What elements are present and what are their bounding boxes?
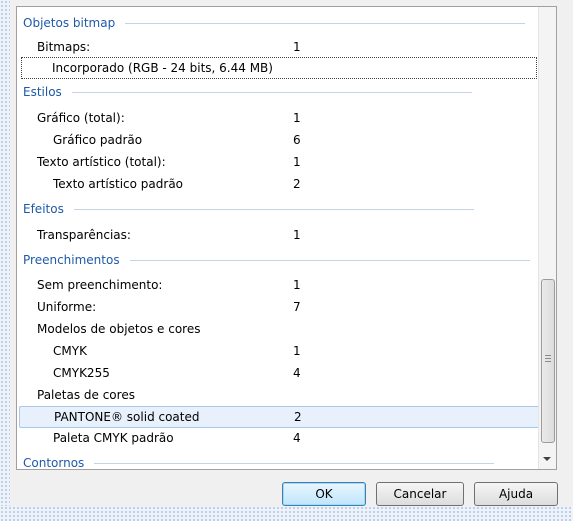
item-value: 1 [293,155,301,169]
section-header-outlines: Contornos [23,454,495,469]
item-value: 6 [293,133,301,147]
help-button[interactable]: Ajuda [474,482,558,506]
item-label: CMYK255 [53,366,110,380]
item-value: 2 [294,410,302,424]
list-item[interactable]: Gráfico padrão 6 [17,130,539,150]
list-item[interactable]: CMYK255 4 [17,363,539,383]
item-label: Gráfico (total): [37,111,125,125]
section-header-styles: Estilos [23,83,472,101]
section-divider [125,22,526,24]
item-value: 2 [293,177,301,191]
backdrop-strip-bottom [0,506,573,521]
item-label: Texto artístico (total): [37,155,166,169]
section-title: Estilos [23,85,62,99]
list-item-selected[interactable]: Incorporado (RGB - 24 bits, 6.44 MB) [21,57,537,79]
list-item[interactable]: CMYK 1 [17,341,539,361]
list-item[interactable]: Transparências: 1 [17,225,539,245]
ok-button[interactable]: OK [282,482,366,506]
document-info-panel: Objetos bitmap Bitmaps: 1 Incorporado (R… [16,6,557,470]
item-label: Bitmaps: [37,40,91,54]
item-value: 1 [293,344,301,358]
list-item-hovered[interactable]: PANTONE® solid coated 2 [19,406,539,428]
item-label: Gráfico padrão [53,133,143,147]
info-list: Objetos bitmap Bitmaps: 1 Incorporado (R… [17,7,539,469]
item-label: Uniforme: [37,300,97,314]
section-divider [129,259,530,261]
list-item[interactable]: Sem preenchimento: 1 [17,275,539,295]
list-item[interactable]: Texto artístico (total): 1 [17,152,539,172]
cancel-button[interactable]: Cancelar [376,482,464,506]
item-label: Transparências: [37,228,131,242]
section-title: Preenchimentos [23,253,120,267]
section-header-effects: Efeitos [23,200,474,218]
backdrop-strip-left [0,0,10,521]
vertical-scrollbar[interactable] [538,7,556,469]
section-title: Efeitos [23,202,64,216]
list-item[interactable]: Bitmaps: 1 [17,37,539,57]
list-item[interactable]: Texto artístico padrão 2 [17,174,539,194]
list-item[interactable]: Paleta CMYK padrão 4 [17,428,539,448]
section-title: Objetos bitmap [23,16,116,30]
item-label: Paleta CMYK padrão [53,431,174,445]
section-divider [73,208,474,210]
list-item[interactable]: Uniforme: 7 [17,297,539,317]
section-header-bitmap: Objetos bitmap [23,14,526,32]
item-label: CMYK [53,344,87,358]
list-item[interactable]: Gráfico (total): 1 [17,108,539,128]
item-value: 1 [293,40,301,54]
section-title: Contornos [23,456,85,469]
section-header-fills: Preenchimentos [23,251,530,269]
item-value: 4 [293,366,301,380]
item-value: 4 [293,431,301,445]
item-value: 1 [293,111,301,125]
grip-icon [545,355,551,364]
scrollbar-thumb[interactable] [541,279,555,443]
item-label: Incorporado (RGB - 24 bits, 6.44 MB) [52,61,273,75]
section-divider [94,462,495,464]
item-label: Paletas de cores [37,388,135,402]
item-value: 1 [293,228,301,242]
item-value: 7 [293,300,301,314]
item-value: 1 [293,278,301,292]
list-item[interactable]: Paletas de cores [17,385,539,405]
section-divider [71,91,472,93]
item-label: PANTONE® solid coated [54,410,200,424]
list-item[interactable]: Modelos de objetos e cores [17,319,539,339]
item-label: Modelos de objetos e cores [37,322,201,336]
item-label: Texto artístico padrão [53,177,184,191]
item-label: Sem preenchimento: [37,278,163,292]
scroll-down-arrow-icon[interactable] [543,457,551,461]
